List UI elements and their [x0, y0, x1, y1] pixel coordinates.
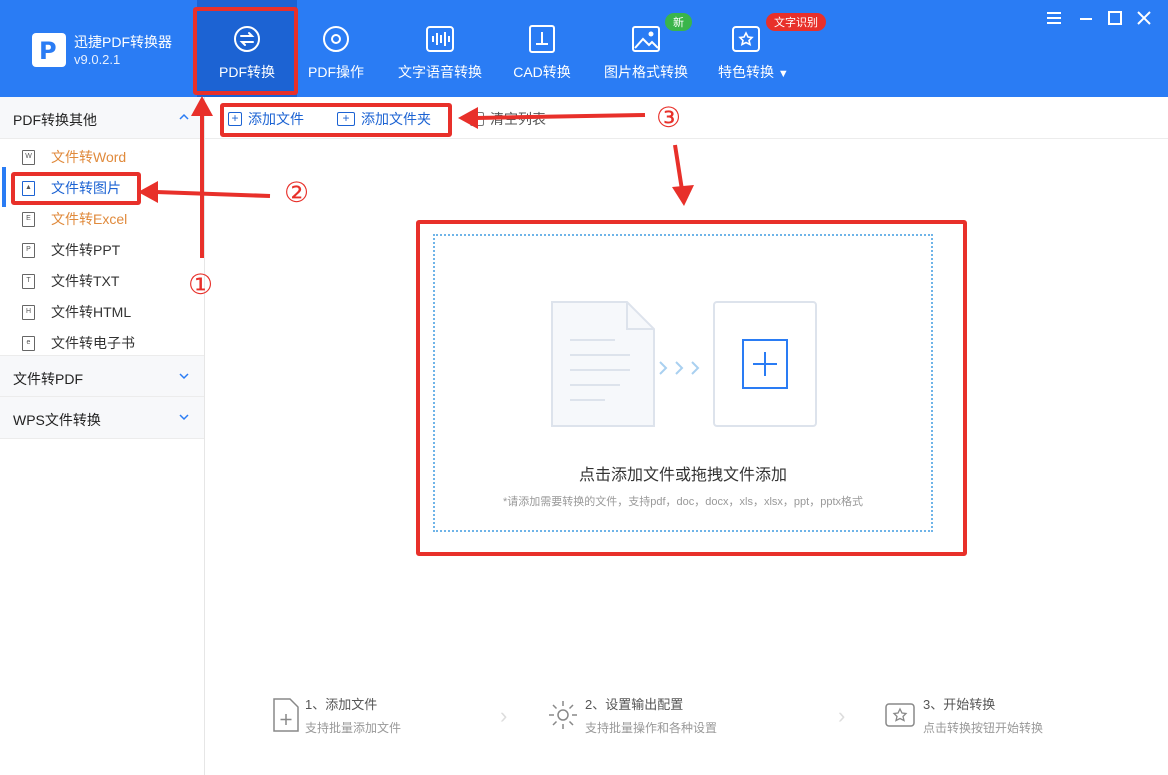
sidebar-item-html[interactable]: H 文件转HTML — [22, 300, 131, 324]
step-sub: 支持批量添加文件 — [305, 721, 402, 735]
tab-label: PDF操作 — [308, 64, 364, 80]
cad-icon — [529, 25, 555, 53]
step-chevron-icon: › — [500, 703, 508, 728]
tab-label: CAD转换 — [513, 64, 571, 80]
app-name: 迅捷PDF转换器 — [74, 34, 172, 50]
chevron-down-icon — [179, 414, 189, 421]
item-label: 文件转Word — [51, 149, 127, 165]
tab-label: 图片格式转换 — [604, 64, 688, 80]
step-sub: 点击转换按钮开始转换 — [923, 721, 1044, 735]
annotation-box-image-item — [11, 172, 141, 205]
item-label: 文件转PPT — [51, 242, 121, 258]
annotation-number-2: ② — [284, 177, 310, 208]
sidebar-section-pdf-other[interactable]: PDF转换其他 — [0, 97, 204, 139]
tab-label: 特色转换 ▼ — [718, 64, 789, 80]
image-icon — [632, 26, 660, 52]
minimize-icon[interactable] — [1078, 10, 1094, 26]
ebook-file-icon: e — [22, 335, 35, 351]
sidebar-item-excel[interactable]: E 文件转Excel — [22, 207, 127, 231]
item-label: 文件转Excel — [51, 211, 128, 227]
new-badge: 新 — [665, 13, 692, 31]
tab-text-voice[interactable]: 文字语音转换 — [392, 0, 488, 97]
tab-pdf-operate[interactable]: PDF操作 — [300, 0, 372, 97]
sidebar-item-ppt[interactable]: P 文件转PPT — [22, 238, 120, 262]
maximize-icon[interactable] — [1107, 10, 1123, 26]
item-label: 文件转HTML — [51, 304, 132, 320]
app-version: v9.0.2.1 — [74, 52, 121, 67]
item-label: 文件转TXT — [51, 273, 120, 289]
chevron-down-icon — [179, 373, 189, 380]
annotation-box-add-buttons — [220, 103, 452, 137]
chevron-up-icon — [179, 113, 189, 120]
step-sub: 支持批量操作和各种设置 — [585, 721, 718, 735]
step-title: 3、开始转换 — [923, 697, 996, 712]
app-logo: P — [32, 33, 66, 67]
ppt-file-icon: P — [22, 242, 35, 258]
tab-label: 文字语音转换 — [398, 64, 482, 80]
add-file-step-icon — [273, 698, 299, 732]
section-label: PDF转换其他 — [13, 112, 97, 128]
excel-file-icon: E — [22, 211, 35, 227]
sidebar-item-word[interactable]: W 文件转Word — [22, 145, 126, 169]
step-title: 2、设置输出配置 — [585, 697, 684, 712]
active-indicator — [2, 167, 6, 207]
sidebar-section-wps[interactable]: WPS文件转换 — [0, 397, 204, 439]
tab-cad[interactable]: CAD转换 — [508, 0, 576, 97]
section-label: 文件转PDF — [13, 371, 83, 387]
step-title: 1、添加文件 — [305, 697, 378, 712]
sidebar-item-txt[interactable]: T 文件转TXT — [22, 269, 119, 293]
section-label: WPS文件转换 — [13, 412, 101, 428]
annotation-number-3: ③ — [656, 102, 682, 133]
txt-file-icon: T — [22, 273, 35, 289]
start-convert-icon — [885, 703, 915, 727]
step-chevron-icon: › — [838, 703, 846, 728]
html-file-icon: H — [22, 304, 35, 320]
word-file-icon: W — [22, 149, 35, 165]
menu-icon[interactable] — [1046, 10, 1062, 26]
waveform-icon — [426, 26, 454, 52]
step-output-config: 2、设置输出配置 支持批量操作和各种设置 — [585, 694, 717, 736]
star-convert-icon — [732, 26, 760, 52]
annotation-box-drop-zone — [416, 220, 967, 556]
step-start-convert: 3、开始转换 点击转换按钮开始转换 — [923, 694, 1043, 736]
settings-gear-icon — [549, 701, 577, 729]
sidebar-section-file-to-pdf[interactable]: 文件转PDF — [0, 355, 204, 397]
button-label: 清空列表 — [490, 111, 546, 127]
gear-icon — [323, 26, 349, 52]
step-add-file: 1、添加文件 支持批量添加文件 — [305, 694, 401, 736]
annotation-box-pdf-tab — [193, 7, 298, 95]
sidebar-item-ebook[interactable]: e 文件转电子书 — [22, 331, 135, 355]
annotation-number-1: ① — [188, 269, 214, 300]
ocr-badge: 文字识别 — [766, 13, 826, 31]
clear-list-button[interactable]: – 清空列表 — [470, 109, 546, 129]
top-bar: P 迅捷PDF转换器 v9.0.2.1 PDF转换 PDF操作 文字语音转换 C… — [0, 0, 1168, 97]
close-icon[interactable] — [1136, 10, 1152, 26]
trash-icon: – — [470, 112, 484, 126]
chevron-down-icon: ▼ — [777, 68, 789, 80]
item-label: 文件转电子书 — [51, 335, 135, 351]
